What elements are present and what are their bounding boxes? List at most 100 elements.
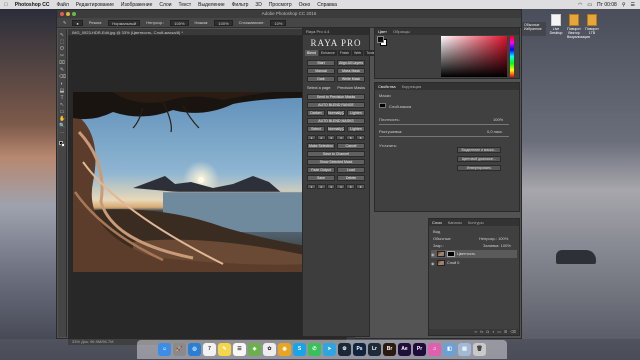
notes-icon[interactable]: ✎ xyxy=(218,343,231,356)
path-select-tool-icon[interactable]: ↖ xyxy=(59,102,65,108)
photoshop-icon[interactable]: Ps xyxy=(353,343,366,356)
flow-input[interactable]: 100% xyxy=(214,19,233,26)
zoom-tool-icon[interactable]: 🔍 xyxy=(59,123,65,129)
feather-slider[interactable] xyxy=(379,136,509,137)
move-tool-icon[interactable]: ⇖ xyxy=(59,32,65,38)
eye-icon[interactable]: ◉ xyxy=(431,261,435,266)
aftereffects-icon[interactable]: Ae xyxy=(398,343,411,356)
finder-icon[interactable]: ☺ xyxy=(158,343,171,356)
dark-button[interactable]: Dark xyxy=(307,76,335,82)
layer-opacity[interactable]: Непрозр.: 100% xyxy=(479,236,508,241)
chrome-icon[interactable]: ◉ xyxy=(278,343,291,356)
darken-button[interactable]: Darken xyxy=(307,110,325,116)
desktop-drive-icon[interactable]: Поворот 1TB xyxy=(585,14,599,39)
menubar-clock[interactable]: Пт 00:08 xyxy=(597,2,617,8)
desktop-file-icon[interactable]: Live Desktop xyxy=(549,14,563,39)
dodge-tool-icon[interactable]: ◐ xyxy=(59,81,65,87)
layer-row[interactable]: ◉ Слой 0 xyxy=(431,259,517,267)
folder-icon[interactable]: ▭ xyxy=(497,329,501,335)
safari-icon[interactable]: ◎ xyxy=(188,343,201,356)
color-swatches[interactable] xyxy=(59,141,65,147)
layer-fill[interactable]: Заливка: 100% xyxy=(483,243,511,248)
crop-tool-icon[interactable]: ✂ xyxy=(59,53,65,59)
mini-button-3[interactable]: 3 xyxy=(326,135,336,140)
link-icon[interactable]: ∞ xyxy=(474,329,477,335)
tab-finish[interactable]: Finish xyxy=(337,50,352,56)
invert-button[interactable]: Инвертировать xyxy=(457,165,501,171)
apple-icon[interactable]:  xyxy=(4,2,8,8)
add-mask-icon[interactable]: ◘ xyxy=(486,329,488,335)
tab-channels[interactable]: Каналы xyxy=(448,219,462,226)
white-mask-button[interactable]: White Mask xyxy=(337,76,365,82)
preview-icon[interactable]: ◧ xyxy=(443,343,456,356)
documents-icon[interactable]: ▤ xyxy=(458,343,471,356)
eraser-tool-icon[interactable]: ⌫ xyxy=(59,74,66,80)
maximize-window-button[interactable] xyxy=(72,12,76,16)
type-tool-icon[interactable]: T xyxy=(59,95,65,101)
menu-3d[interactable]: 3D xyxy=(255,2,261,8)
tab-properties[interactable]: Свойства xyxy=(378,83,396,90)
lighten-button-2[interactable]: Lighten xyxy=(347,126,365,132)
blend-mode-select[interactable]: Обычные xyxy=(433,236,451,241)
brush-tool-icon[interactable]: ✎ xyxy=(59,67,65,73)
density-slider[interactable] xyxy=(379,124,509,125)
align-layers-button[interactable]: Align All Layers xyxy=(337,60,365,66)
color-range-button[interactable]: Цветовой диапазон... xyxy=(457,156,501,162)
bridge-icon[interactable]: Br xyxy=(383,343,396,356)
calendar-icon[interactable]: 7 xyxy=(203,343,216,356)
menu-file[interactable]: Файл xyxy=(56,2,68,8)
mini-button-12[interactable]: 6 xyxy=(356,184,365,189)
desktop-widget[interactable]: Обычные Избранное xyxy=(522,22,546,36)
mode-select[interactable]: Нормальный xyxy=(108,19,141,26)
foreground-color-swatch[interactable] xyxy=(377,36,384,43)
fade-output-button[interactable]: Fade Output xyxy=(307,167,335,173)
fx-icon[interactable]: fx xyxy=(480,329,483,335)
mini-button-1[interactable]: 1 xyxy=(307,135,316,140)
menu-type[interactable]: Текст xyxy=(179,2,192,8)
delete-button[interactable]: Delete xyxy=(337,175,365,181)
search-icon[interactable]: ⚲ xyxy=(622,2,626,8)
page-select[interactable]: Precision Masks xyxy=(337,86,365,90)
start-button[interactable]: Start xyxy=(307,60,335,66)
desktop-drive-icon[interactable]: Поворот Вектор Визуализация xyxy=(567,14,590,39)
menu-edit[interactable]: Редактирование xyxy=(76,2,114,8)
color-field[interactable] xyxy=(441,36,507,77)
mini-button-5[interactable]: 5 xyxy=(346,135,356,140)
menu-layer[interactable]: Слои xyxy=(159,2,171,8)
menu-select[interactable]: Выделение xyxy=(198,2,225,8)
close-window-button[interactable] xyxy=(60,12,64,16)
layer-kind-filter[interactable]: Вид xyxy=(433,229,440,234)
itunes-icon[interactable]: ♫ xyxy=(428,343,441,356)
normally-button[interactable]: Normally(28) xyxy=(327,110,345,116)
launchpad-icon[interactable]: 🚀 xyxy=(173,343,186,356)
adjustment-icon[interactable]: ◑ xyxy=(492,329,494,335)
select-and-mask-button[interactable]: Выделение и маска... xyxy=(457,147,501,153)
minimize-window-button[interactable] xyxy=(66,12,70,16)
auto-blend-masks-button[interactable]: AUTO BLEND MASKS xyxy=(307,118,365,124)
make-selection-button[interactable]: Make Selection xyxy=(307,143,335,149)
mini-button-11[interactable]: 5 xyxy=(346,184,356,189)
brush-size-picker[interactable]: ● xyxy=(72,19,83,26)
tab-adjustments[interactable]: Коррекция xyxy=(402,83,422,90)
reminders-icon[interactable]: ☰ xyxy=(233,343,246,356)
mini-button-4[interactable]: 4 xyxy=(336,135,346,140)
tab-enhance[interactable]: Enhance xyxy=(318,50,337,56)
mini-button-7[interactable]: 1 xyxy=(307,184,316,189)
tab-layers[interactable]: Слои xyxy=(432,219,442,226)
lasso-tool-icon[interactable]: ʘ xyxy=(59,46,65,52)
menu-help[interactable]: Справка xyxy=(317,2,337,8)
cancel-button[interactable]: Cancel xyxy=(337,143,365,149)
mini-button-8[interactable]: 2 xyxy=(316,184,326,189)
tab-color[interactable]: Цвет xyxy=(378,28,387,35)
normally-button-2[interactable]: Normally(28) xyxy=(327,126,345,132)
trash-icon[interactable]: 🗑 xyxy=(473,343,486,356)
mini-button-9[interactable]: 3 xyxy=(326,184,336,189)
eye-icon[interactable]: ◉ xyxy=(431,252,435,257)
photos-icon[interactable]: ✿ xyxy=(263,343,276,356)
menubar-app-name[interactable]: Photoshop CC xyxy=(15,2,50,8)
mask-thumbnail[interactable] xyxy=(379,103,386,108)
manual-button[interactable]: Manual xyxy=(307,68,335,74)
smoothing-input[interactable]: 10% xyxy=(270,19,287,26)
density-value[interactable]: 100% xyxy=(493,117,503,122)
hue-slider[interactable] xyxy=(510,36,514,77)
